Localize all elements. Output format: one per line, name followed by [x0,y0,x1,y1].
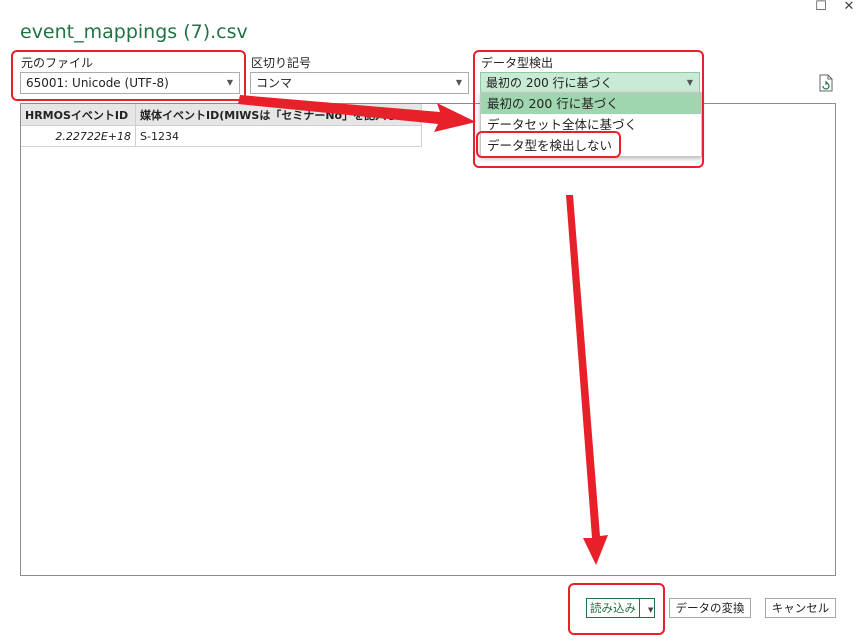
arrow-down [566,195,608,565]
arrow-right [238,95,476,132]
annotation-arrows [238,95,608,565]
